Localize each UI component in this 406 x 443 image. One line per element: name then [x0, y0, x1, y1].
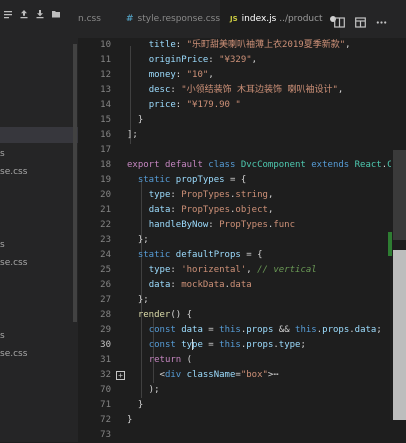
code-line: 26 data: mockData.data: [100, 280, 252, 290]
tab-style-response[interactable]: # style.response.css: [118, 0, 226, 38]
code-line: 22 handleByNow: PropTypes.func: [100, 220, 296, 230]
code-line: 15 }: [100, 115, 144, 125]
tab-index-js[interactable]: JS index.js ../product: [220, 0, 340, 38]
code-line: 18 export default class DvcComponent exte…: [100, 160, 398, 170]
git-change-marker: [388, 232, 392, 256]
code-line: 19 static propTypes = {: [100, 175, 247, 185]
code-line: 20 type: PropTypes.string,: [100, 190, 274, 200]
code-line: 17: [100, 145, 111, 155]
code-editor[interactable]: 10 title: "乐町甜美喇叭袖薄上衣2019夏季新款", 11 origi…: [78, 38, 398, 442]
code-line: 28 render() {: [100, 310, 193, 320]
css-file-icon: #: [126, 14, 134, 24]
code-line: 70 );: [100, 385, 160, 395]
code-line: 23 };: [100, 235, 149, 245]
explorer-toolbar: [0, 8, 61, 32]
code-line-current: 30 const type = this.props.type;: [100, 339, 306, 350]
code-line: 25 type: 'horizental', // vertical: [100, 265, 317, 275]
download-icon[interactable]: [34, 8, 45, 19]
more-actions-icon[interactable]: [376, 13, 387, 24]
code-line: 16];: [100, 130, 138, 140]
tab-bar: n.css # style.response.css JS index.js ../…: [78, 0, 406, 38]
code-line: 14 price: "¥179.90 ": [100, 100, 241, 110]
sidebar-item[interactable]: se.css: [0, 346, 78, 362]
text-cursor: [192, 339, 194, 350]
sidebar-item[interactable]: s: [0, 237, 78, 253]
code-line: 12 money: "10",: [100, 70, 214, 80]
code-line: 32 + <div className="box">⋯: [100, 370, 279, 380]
folder-icon[interactable]: [50, 8, 61, 19]
sidebar-item-selected[interactable]: [0, 127, 78, 143]
code-line: 24 static defaultProps = {: [100, 250, 263, 260]
upload-icon[interactable]: [18, 8, 29, 19]
sidebar-item[interactable]: se.css: [0, 164, 78, 180]
minimap-slider[interactable]: [393, 150, 406, 240]
editor-actions: [334, 13, 387, 28]
sidebar-item[interactable]: se.css: [0, 255, 78, 271]
sidebar-item[interactable]: s: [0, 146, 78, 162]
minimap-preview: [393, 250, 406, 420]
code-line: 13 desc: "小领结装饰 木耳边装饰 喇叭袖设计",: [100, 85, 344, 95]
code-line: 31 return (: [100, 355, 193, 365]
explorer-sidebar: s se.css s se.css s se.css: [0, 0, 78, 442]
code-line: 10 title: "乐町甜美喇叭袖薄上衣2019夏季新款",: [100, 40, 351, 50]
code-line: 11 originPrice: "¥329",: [100, 55, 258, 65]
split-editor-icon[interactable]: [334, 13, 345, 28]
code-line: 27 };: [100, 295, 149, 305]
code-line: 73: [100, 430, 111, 440]
code-line: 71 }: [100, 400, 144, 410]
layout-icon[interactable]: [355, 13, 366, 28]
code-line: 21 data: PropTypes.object,: [100, 205, 274, 215]
collapse-icon[interactable]: [2, 8, 13, 19]
sidebar-scrollbar[interactable]: [73, 44, 77, 322]
js-file-icon: JS: [230, 15, 238, 23]
sidebar-item[interactable]: s: [0, 328, 78, 344]
expand-fold-icon[interactable]: +: [116, 371, 125, 380]
code-line: 29 const data = this.props && this.props…: [100, 325, 382, 335]
tab-css[interactable]: n.css: [78, 0, 114, 38]
code-line: 72}: [100, 415, 133, 425]
